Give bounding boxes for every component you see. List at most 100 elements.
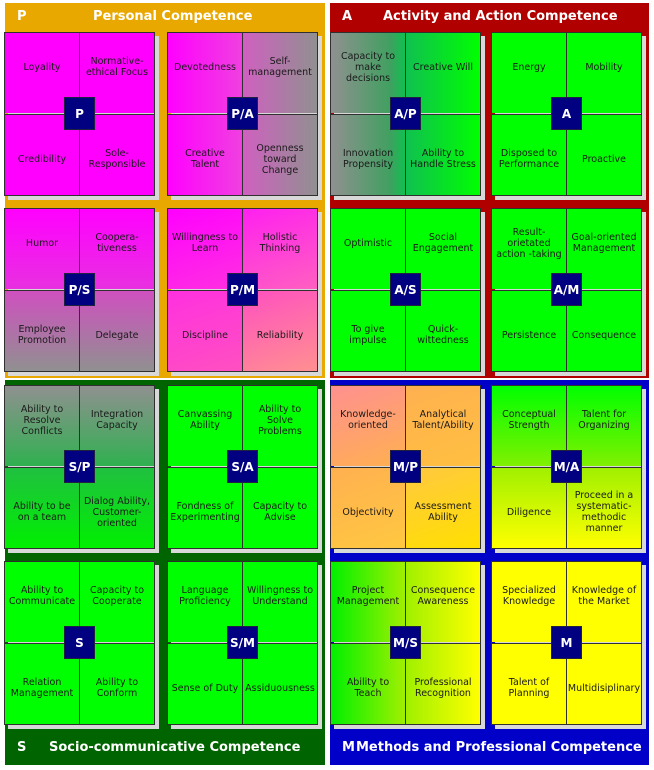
competence-label: Ability to Teach [346, 677, 390, 699]
competence-label: Proactive [582, 153, 626, 165]
competence-label: Integration Capacity [90, 409, 144, 431]
competence-label: Diligence [506, 506, 552, 518]
card-face: Knowledge-oriented Analytical Talent/Abil… [330, 385, 481, 549]
panel-title: M Methods and Professional Competence [330, 734, 649, 762]
competence-label: Openness toward Change [256, 142, 304, 176]
competence-label: Professional Recognition [414, 677, 472, 699]
category-badge: P/A [227, 97, 258, 130]
card-face: Humor Coopera-tiveness Employee Promotion D… [4, 208, 155, 372]
competence-label: Creative Will [413, 61, 473, 73]
competence-label: Consequence [571, 329, 637, 341]
competence-label: Canvassing Ability [177, 409, 233, 431]
competence-label: Disposed to Performance [498, 148, 560, 170]
competence-label: Reliability [256, 329, 304, 341]
category-badge: S [64, 626, 95, 659]
competence-label: Project Management [336, 585, 400, 607]
competence-label: Ability to Conform [95, 677, 139, 699]
competence-label: Ability to Resolve Conflicts [20, 403, 64, 437]
competence-label: Creative Talent [185, 148, 225, 170]
category-badge: M/P [390, 450, 421, 483]
competence-label: Social Engagement [412, 232, 474, 254]
panel-name: Socio-communicative Competence [49, 740, 301, 755]
competence-card-mp: Knowledge-oriented Analytical Talent/Abil… [330, 385, 485, 553]
panel-letter: P [17, 9, 27, 24]
card-face: Canvassing Ability Ability to Solve Probl… [167, 385, 318, 549]
category-badge: P [64, 97, 95, 130]
competence-label: Holistic Thinking [259, 232, 301, 254]
competence-label: Loyality [23, 61, 61, 73]
competence-card-ms: Project Management Consequence Awareness A… [330, 561, 485, 729]
competence-card-ma: Conceptual Strength Talent for Organizing… [491, 385, 646, 553]
panel-title: A Activity and Action Competence [330, 3, 649, 31]
competence-label: Objectivity [342, 506, 394, 518]
category-badge: S/P [64, 450, 95, 483]
competence-label: Specialized Knowledge [502, 585, 556, 607]
competence-label: Energy [512, 61, 546, 73]
competence-label: Relation Management [10, 677, 74, 699]
competence-card-ap: Capacity to make decisions Creative Will I… [330, 32, 485, 200]
card-face: Conceptual Strength Talent for Organizing… [491, 385, 642, 549]
competence-card-s: Ability to Communicate Capacity to Cooper… [4, 561, 159, 729]
competence-card-m: Specialized Knowledge Knowledge of the Ma… [491, 561, 646, 729]
category-badge: A/S [390, 273, 421, 306]
competence-label: Mobility [585, 61, 623, 73]
card-face: Language Proficiency Willingness to Under… [167, 561, 318, 725]
competence-label: Dialog Ability, Customer-oriented [83, 495, 151, 529]
competence-label: Ability to be on a team [13, 501, 71, 523]
competence-label: Knowledge-oriented [340, 409, 396, 431]
category-badge: A/M [551, 273, 582, 306]
competence-label: Delegate [95, 329, 139, 341]
competence-label: Fondness of Experimenting [170, 501, 240, 523]
competence-card-pa: Devotedness Self-management Creative Talen… [167, 32, 322, 200]
competence-label: Capacity to Advise [252, 501, 308, 523]
card-face: Project Management Consequence Awareness A… [330, 561, 481, 725]
competence-label: Normative-ethical Focus [85, 56, 149, 78]
competence-label: Willingness to Learn [171, 232, 239, 254]
panel-letter: M [342, 740, 355, 755]
competence-label: Ability to Solve Problems [258, 403, 302, 437]
category-badge: S/M [227, 626, 258, 659]
competence-label: Ability to Handle Stress [410, 148, 476, 170]
competence-card-sa: Canvassing Ability Ability to Solve Probl… [167, 385, 322, 553]
card-face: Loyality Normative-ethical Focus Credibili… [4, 32, 155, 196]
card-face: Optimistic Social Engagement To give impul… [330, 208, 481, 372]
competence-label: Conceptual Strength [502, 409, 556, 431]
competence-card-as: Optimistic Social Engagement To give impul… [330, 208, 485, 376]
competence-label: Humor [25, 237, 59, 249]
panel-name: Activity and Action Competence [383, 9, 618, 24]
competence-label: Language Proficiency [179, 585, 231, 607]
card-face: Capacity to make decisions Creative Will I… [330, 32, 481, 196]
competence-label: Discipline [182, 329, 228, 341]
competence-label: Ability to Communicate [8, 585, 76, 607]
competence-label: Consequence Awareness [410, 585, 476, 607]
competence-card-pm: Willingness to Learn Holistic Thinking Dis… [167, 208, 322, 376]
category-badge: A/P [390, 97, 421, 130]
competence-label: Employee Promotion [17, 324, 67, 346]
competence-label: To give impulse [349, 324, 387, 346]
competence-label: Multidisiplinary [567, 682, 641, 694]
competence-label: Devotedness [174, 61, 236, 73]
panel-letter: S [17, 740, 27, 755]
card-face: Ability to Communicate Capacity to Cooper… [4, 561, 155, 725]
competence-label: Analytical Talent/Ability [412, 409, 474, 431]
competence-card-ps: Humor Coopera-tiveness Employee Promotion D… [4, 208, 159, 376]
competence-label: Innovation Propensity [342, 148, 394, 170]
panel-letter: A [342, 9, 353, 24]
category-badge: A [551, 97, 582, 130]
card-face: Devotedness Self-management Creative Talen… [167, 32, 318, 196]
competence-card-sm: Language Proficiency Willingness to Under… [167, 561, 322, 729]
competence-label: Assessment Ability [414, 501, 472, 523]
competence-label: Talent of Planning [508, 677, 550, 699]
panel-title: S Socio-communicative Competence [5, 734, 325, 762]
category-badge: P/S [64, 273, 95, 306]
card-face: Ability to Resolve Conflicts Integration … [4, 385, 155, 549]
competence-label: Proceed in a systematic-methodic manner [574, 490, 634, 534]
card-face: Energy Mobility Disposed to Performance Pro… [491, 32, 642, 196]
competence-label: Assiduousness [245, 682, 315, 694]
competence-label: Sole-Responsible [88, 148, 146, 170]
competence-label: Optimistic [343, 237, 393, 249]
competence-label: Willingness to Understand [246, 585, 314, 607]
competence-label: Credibility [17, 153, 67, 165]
card-face: Specialized Knowledge Knowledge of the Ma… [491, 561, 642, 725]
panel-name: Personal Competence [93, 9, 253, 24]
